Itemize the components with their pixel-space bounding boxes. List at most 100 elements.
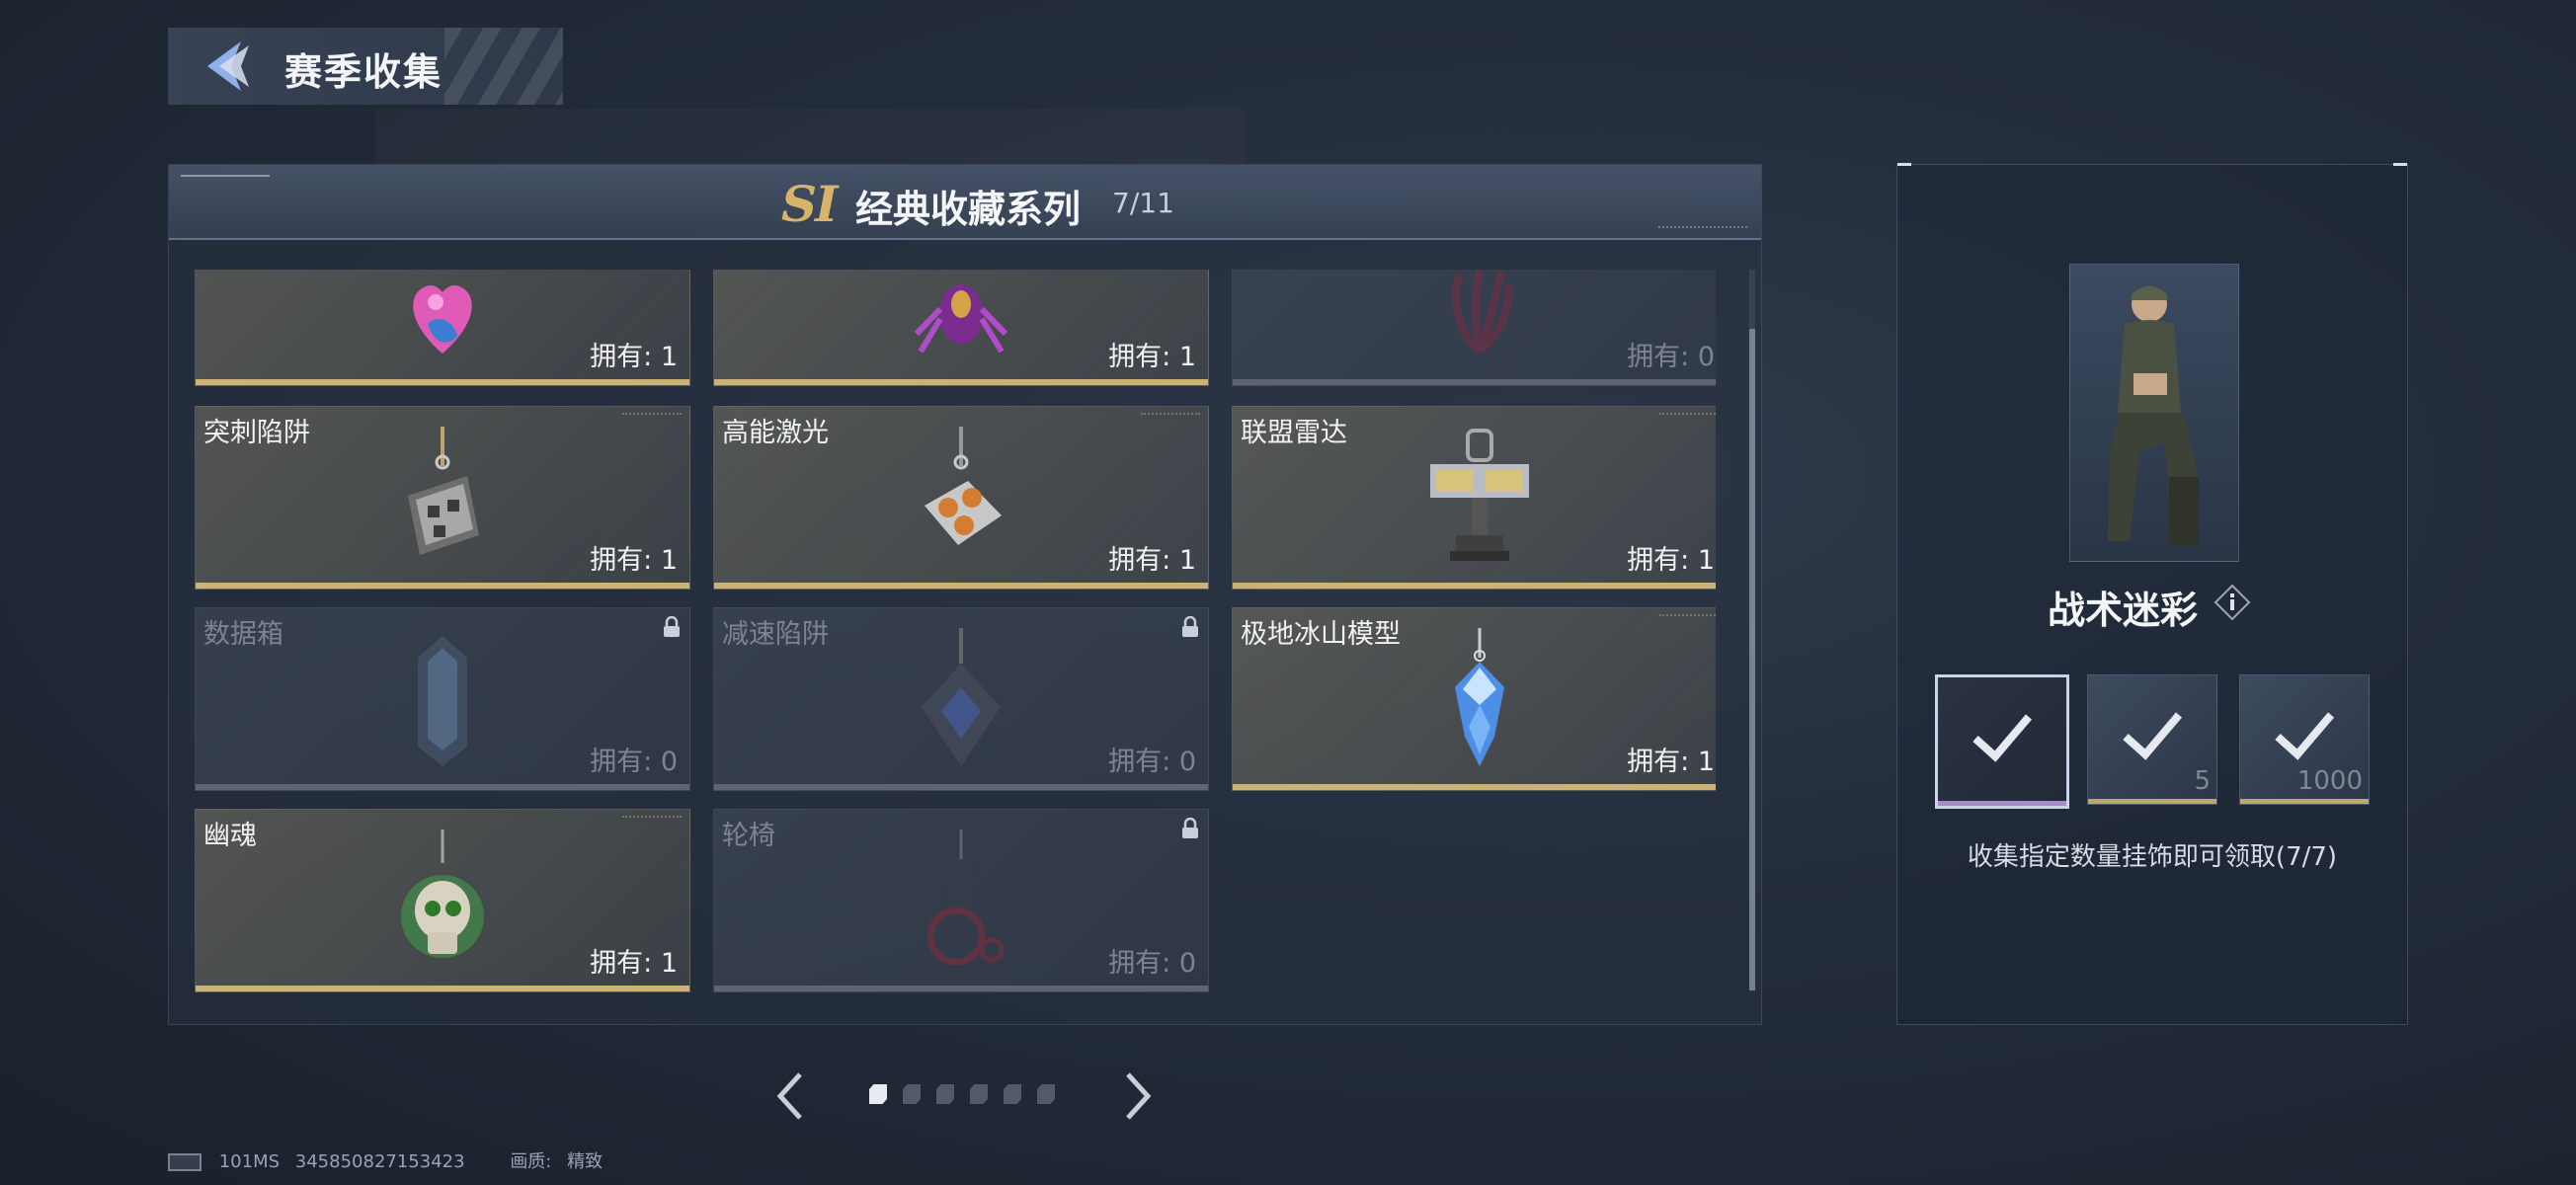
radar-charm-icon [1430,429,1529,561]
progress-bar [196,986,689,991]
header-deco-right [1658,222,1747,228]
progress-bar [714,986,1208,991]
tier-bar [2088,799,2216,804]
reward-tier-3[interactable]: 1000 [2239,674,2370,805]
page-dot[interactable] [869,1084,887,1104]
season-badge: SI [781,175,838,233]
progress-bar [714,379,1208,385]
charm-card[interactable]: 数据箱 拥有: 0 [195,607,690,791]
header-deco-left [181,175,270,181]
card-deco [1141,413,1200,418]
pink-heart-charm-icon [413,285,472,354]
owned-count: 拥有: 0 [1108,747,1196,777]
card-deco [1659,614,1716,619]
owned-count: 拥有: 1 [590,545,678,576]
reward-tier-2[interactable]: 5 [2087,674,2217,805]
tier-bar [1938,801,2066,806]
reward-name: 战术迷彩 [2048,589,2199,632]
owned-count: 拥有: 1 [1108,342,1196,372]
charm-card[interactable]: 突刺陷阱 拥有: 1 [195,406,690,590]
progress-bar [196,379,689,385]
card-deco [622,413,682,418]
charm-name: 突刺陷阱 [203,418,310,448]
tier-count: 5 [2194,766,2211,796]
panel-corner [1897,163,1911,166]
charm-name: 轮椅 [722,821,775,851]
page-dot[interactable] [970,1084,988,1104]
status-footer: 101MS 345850827153423 画质: 精致 [168,1147,612,1173]
ghost-skull-charm-icon [401,830,484,958]
quality-value: 精致 [567,1151,604,1172]
background-band [375,109,1245,168]
laser-charm-icon [925,427,1002,545]
owned-count: 拥有: 1 [1627,747,1715,777]
ping-value: 101MS [218,1151,281,1172]
reward-description: 收集指定数量挂饰即可领取(7/7) [1967,842,2338,872]
charm-card[interactable]: 极地冰山模型 拥有: 1 [1232,607,1716,791]
back-arrow-icon[interactable] [198,36,259,97]
owned-count: 拥有: 0 [1108,948,1196,979]
signal-icon [168,1153,201,1171]
reward-portrait[interactable] [2069,264,2239,562]
progress-bar [1233,379,1716,385]
charm-name: 幽魂 [203,821,257,851]
panel-corner [2393,163,2407,166]
charm-grid[interactable]: 拥有: 1 拥有: 1 拥有: 0 突刺陷阱 拥有: 1 高能激光 拥有: 1 … [195,270,1716,1000]
progress-bar [714,583,1208,589]
soldier-skin-image [2108,286,2199,546]
series-count: 7/11 [1112,187,1174,219]
lock-icon [1182,616,1198,637]
player-id: 345850827153423 [294,1151,465,1172]
charm-name: 极地冰山模型 [1241,619,1401,650]
page-title: 赛季收集 [284,50,443,94]
progress-bar [714,784,1208,790]
charm-card[interactable]: 拥有: 0 [1232,270,1716,386]
info-icon[interactable] [2214,584,2251,621]
charm-name: 减速陷阱 [722,619,829,650]
owned-count: 拥有: 1 [1627,545,1715,576]
series-header: SI 经典收藏系列 7/11 [169,165,1761,240]
iceberg-charm-icon [1455,628,1504,766]
prev-page-arrow-icon[interactable] [770,1066,810,1126]
progress-bar [196,784,689,790]
next-page-arrow-icon[interactable] [1118,1066,1158,1126]
data-box-charm-icon [418,636,467,766]
header-stripes [444,28,563,105]
charm-card[interactable]: 高能激光 拥有: 1 [713,406,1209,590]
red-tentacle-charm-icon [1452,270,1514,355]
charm-name: 数据箱 [203,619,283,650]
charm-card[interactable]: 轮椅 拥有: 0 [713,809,1209,992]
owned-count: 拥有: 1 [590,948,678,979]
owned-count: 拥有: 1 [1108,545,1196,576]
page-dot[interactable] [1037,1084,1055,1104]
collection-panel: SI 经典收藏系列 7/11 拥有: 1 拥有: 1 拥有: 0 突刺陷阱 拥有… [168,164,1762,1025]
scrollbar-thumb[interactable] [1749,329,1755,990]
reward-tier-1[interactable] [1935,674,2069,809]
charm-card[interactable]: 联盟雷达 拥有: 1 [1232,406,1716,590]
owned-count: 拥有: 0 [590,747,678,777]
check-icon [2123,712,2183,760]
spike-trap-charm-icon [408,427,479,555]
tier-count: 1000 [2296,766,2363,796]
lock-icon [1182,818,1198,838]
card-deco [1659,413,1716,418]
page-dot[interactable] [1004,1084,1021,1104]
page-header: 赛季收集 [168,28,563,105]
page-dot[interactable] [903,1084,921,1104]
series-title: 经典收藏系列 [855,188,1082,231]
charm-card[interactable]: 拥有: 1 [195,270,690,386]
charm-card[interactable]: 拥有: 1 [713,270,1209,386]
grid-scrollbar[interactable] [1749,270,1755,990]
charm-name: 高能激光 [722,418,829,448]
charm-card[interactable]: 幽魂 拥有: 1 [195,809,690,992]
owned-count: 拥有: 0 [1627,342,1715,372]
slow-trap-charm-icon [922,628,1001,766]
page-dot[interactable] [936,1084,954,1104]
charm-card[interactable]: 减速陷阱 拥有: 0 [713,607,1209,791]
purple-spider-charm-icon [914,284,1008,354]
check-icon [1972,714,2033,762]
wheelchair-charm-icon [926,830,1005,966]
progress-bar [1233,583,1716,589]
progress-bar [1233,784,1716,790]
tier-bar [2240,799,2369,804]
